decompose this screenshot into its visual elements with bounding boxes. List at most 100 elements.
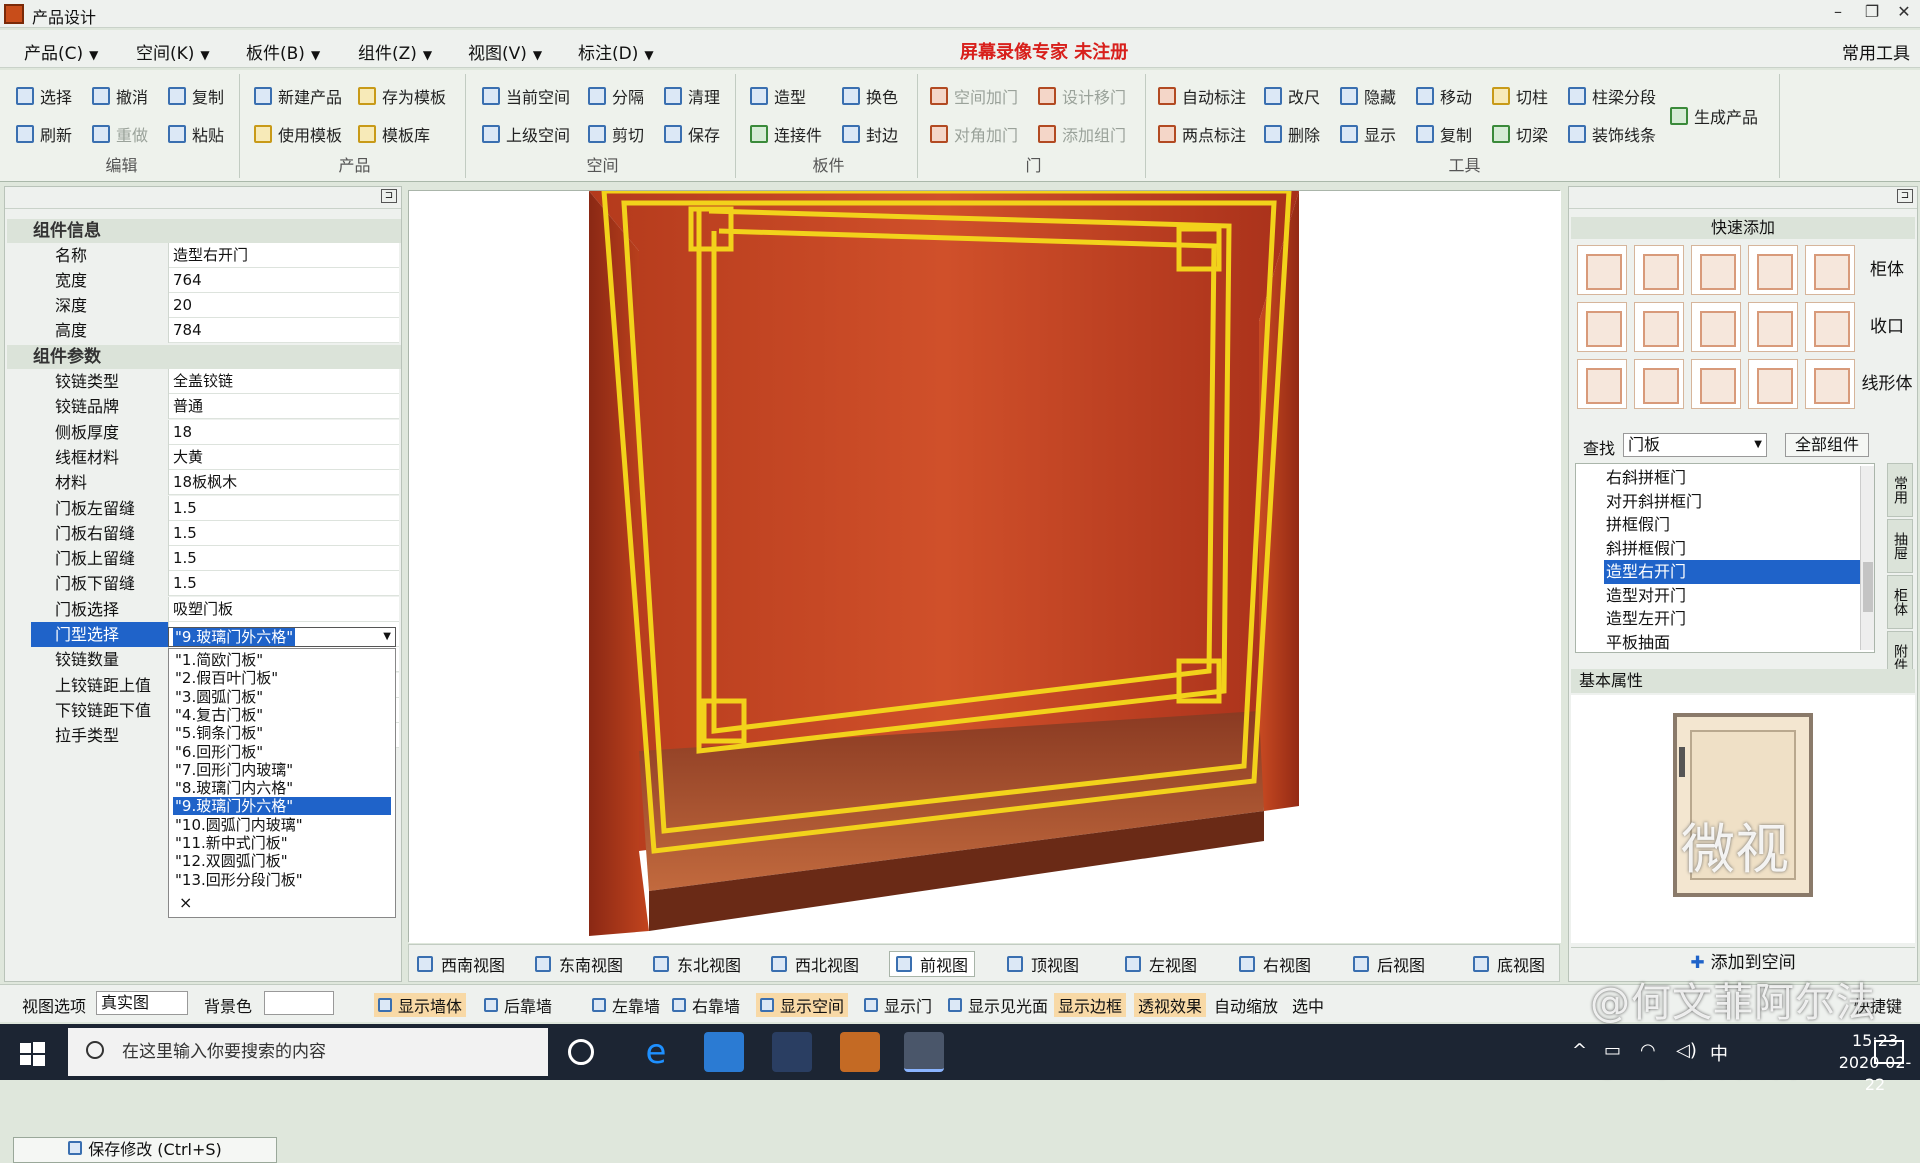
dropdown-option[interactable]: "8.玻璃门内六格": [173, 779, 391, 797]
param-value[interactable]: 普通: [173, 394, 203, 419]
view-option-toggle[interactable]: 后靠墙: [484, 993, 552, 1017]
save-changes-button[interactable]: 保存修改 (Ctrl+S): [13, 1137, 277, 1163]
property-row[interactable]: 高度 784: [31, 318, 399, 343]
undo-button[interactable]: 撤消: [92, 84, 148, 108]
menu-space[interactable]: 空间(K) ▼: [136, 39, 210, 64]
dropdown-option[interactable]: "11.新中式门板": [173, 834, 391, 852]
view-mode-select[interactable]: 真实图: [96, 991, 188, 1015]
view-option-toggle[interactable]: 显示墙体: [374, 993, 467, 1017]
dropdown-option[interactable]: "6.回形门板": [173, 743, 391, 761]
shape-button[interactable]: 造型: [750, 84, 806, 108]
refresh-button[interactable]: 刷新: [16, 122, 72, 146]
scroll-thumb[interactable]: [1863, 562, 1873, 612]
view-option-toggle[interactable]: 左靠墙: [592, 993, 660, 1017]
network-icon[interactable]: ▭: [1604, 1040, 1621, 1061]
view-option-toggle[interactable]: 显示边框: [1054, 993, 1127, 1017]
cut-beam-button[interactable]: 切梁: [1492, 122, 1548, 146]
quick-add-row-label[interactable]: 线形体: [1859, 359, 1915, 409]
generate-product-button[interactable]: 生成产品: [1670, 104, 1758, 128]
component-list-item[interactable]: 对开斜拼框门: [1604, 490, 1860, 514]
property-value[interactable]: 20: [173, 293, 192, 318]
param-row[interactable]: 侧板厚度 18: [31, 419, 399, 445]
menu-annotate[interactable]: 标注(D) ▼: [578, 39, 654, 64]
category-select[interactable]: 门板 ▼: [1623, 433, 1767, 457]
quick-add-tile[interactable]: [1634, 302, 1684, 352]
quick-add-tile[interactable]: [1748, 302, 1798, 352]
quick-add-tile[interactable]: [1748, 245, 1798, 295]
menu-product[interactable]: 产品(C) ▼: [24, 39, 98, 64]
property-value[interactable]: 造型右开门: [173, 243, 248, 268]
param-value[interactable]: 18: [173, 420, 192, 445]
background-color-select[interactable]: [264, 991, 334, 1015]
quick-add-row-label[interactable]: 收口: [1859, 302, 1915, 352]
clear-button[interactable]: 清理: [664, 84, 720, 108]
new-product-button[interactable]: 新建产品: [254, 84, 342, 108]
dropdown-option[interactable]: "10.圆弧门内玻璃": [173, 816, 391, 834]
resize-button[interactable]: 改尺: [1264, 84, 1320, 108]
param-row[interactable]: 门板左留缝 1.5: [31, 495, 399, 521]
edge-browser-icon[interactable]: e: [636, 1032, 676, 1072]
menu-view[interactable]: 视图(V) ▼: [468, 39, 542, 64]
view-tab[interactable]: 后视图: [1353, 951, 1425, 977]
component-list-item[interactable]: 斜拼框假门: [1604, 537, 1860, 561]
save-button[interactable]: 保存: [664, 122, 720, 146]
menu-board[interactable]: 板件(B) ▼: [246, 39, 320, 64]
add-door-group-button[interactable]: 添加组门: [1038, 122, 1126, 146]
view-tab[interactable]: 左视图: [1125, 951, 1197, 977]
param-row[interactable]: 线框材料 大黄: [31, 444, 399, 470]
cut-button[interactable]: 剪切: [588, 122, 644, 146]
recorder-app-icon[interactable]: [840, 1032, 880, 1072]
view-option-toggle[interactable]: 显示见光面: [948, 993, 1048, 1017]
side-tab[interactable]: 抽屉: [1887, 519, 1913, 573]
property-value[interactable]: 764: [173, 268, 202, 293]
quick-add-row-label[interactable]: 柜体: [1859, 245, 1915, 295]
quick-add-tile[interactable]: [1577, 359, 1627, 409]
close-button[interactable]: ✕: [1890, 2, 1918, 26]
component-list-item[interactable]: 造型对开门: [1604, 584, 1860, 608]
quick-add-tile[interactable]: [1691, 302, 1741, 352]
dropdown-option[interactable]: "7.回形门内玻璃": [173, 761, 391, 779]
side-tab[interactable]: 常用: [1887, 463, 1913, 517]
add-door-space-button[interactable]: 空间加门: [930, 84, 1018, 108]
quick-add-tile[interactable]: [1634, 359, 1684, 409]
view-tab[interactable]: 底视图: [1473, 951, 1545, 977]
show-button[interactable]: 显示: [1340, 122, 1396, 146]
dropdown-option[interactable]: "5.铜条门板": [173, 724, 391, 742]
use-template-button[interactable]: 使用模板: [254, 122, 342, 146]
param-value[interactable]: 1.5: [173, 521, 197, 546]
minimize-button[interactable]: –: [1824, 2, 1852, 26]
param-row[interactable]: 门板选择 吸塑门板: [31, 596, 399, 622]
auto-dimension-button[interactable]: 自动标注: [1158, 84, 1246, 108]
dropdown-option[interactable]: "4.复古门板": [173, 706, 391, 724]
dropdown-option[interactable]: "13.回形分段门板": [173, 871, 391, 889]
redo-button[interactable]: 重做: [92, 122, 148, 146]
copy-button[interactable]: 复制: [168, 84, 224, 108]
param-value[interactable]: 1.5: [173, 546, 197, 571]
diagonal-door-button[interactable]: 对角加门: [930, 122, 1018, 146]
dropdown-option[interactable]: "1.简欧门板": [173, 651, 391, 669]
two-point-dimension-button[interactable]: 两点标注: [1158, 122, 1246, 146]
component-list-item[interactable]: 平板抽面: [1604, 631, 1860, 655]
param-value[interactable]: 1.5: [173, 496, 197, 521]
view-option-toggle[interactable]: 显示门: [864, 993, 932, 1017]
connector-button[interactable]: 连接件: [750, 122, 822, 146]
duplicate-button[interactable]: 复制: [1416, 122, 1472, 146]
param-value[interactable]: 1.5: [173, 571, 197, 596]
template-library-button[interactable]: 模板库: [358, 122, 430, 146]
view-tab[interactable]: 东南视图: [535, 951, 623, 977]
param-row[interactable]: 门板上留缝 1.5: [31, 546, 399, 572]
volume-icon[interactable]: ◁): [1676, 1040, 1697, 1061]
column-beam-split-button[interactable]: 柱梁分段: [1568, 84, 1656, 108]
param-row[interactable]: 铰链类型 全盖铰链: [31, 369, 399, 394]
decor-line-button[interactable]: 装饰线条: [1568, 122, 1656, 146]
common-tools-menu[interactable]: 常用工具: [1842, 39, 1910, 64]
windows-start-icon[interactable]: [18, 1040, 46, 1068]
view-option-toggle[interactable]: 右靠墙: [672, 993, 740, 1017]
view-tab[interactable]: 东北视图: [653, 951, 741, 977]
property-row[interactable]: 名称 造型右开门: [31, 243, 399, 268]
pin-icon[interactable]: ⊐: [381, 189, 397, 203]
select-button[interactable]: 选择: [16, 84, 72, 108]
component-list-item[interactable]: 造型左开门: [1604, 607, 1860, 631]
param-value[interactable]: 吸塑门板: [173, 597, 233, 622]
menu-component[interactable]: 组件(Z) ▼: [358, 39, 432, 64]
